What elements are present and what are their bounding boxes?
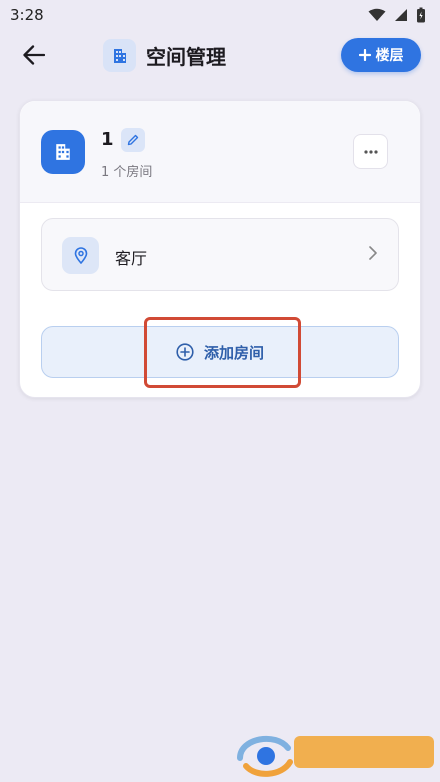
wifi-icon	[368, 8, 386, 21]
floor-header: 1 1 个房间	[20, 101, 420, 203]
status-bar: 3:28	[0, 0, 440, 30]
back-button[interactable]	[18, 39, 50, 71]
floor-card: 1 1 个房间 客厅 添加房间	[19, 100, 421, 398]
plus-circle-icon	[176, 343, 194, 361]
title-group: 空间管理	[103, 39, 226, 72]
app-bar: 空间管理 楼层	[0, 30, 440, 80]
floor-name: 1	[101, 129, 114, 150]
arrow-left-icon	[23, 45, 45, 65]
add-floor-button[interactable]: 楼层	[341, 38, 421, 72]
more-horizontal-icon	[363, 149, 378, 154]
signal-icon	[395, 9, 407, 21]
floor-icon-box	[41, 130, 85, 174]
battery-icon	[417, 7, 425, 23]
building-icon	[113, 48, 126, 63]
room-item[interactable]: 客厅	[41, 218, 399, 291]
add-room-button[interactable]: 添加房间	[41, 326, 399, 378]
room-count: 1 个房间	[101, 165, 153, 180]
status-time: 3:28	[10, 6, 44, 24]
status-icons	[368, 7, 426, 23]
chevron-right-icon	[369, 246, 377, 260]
page-title: 空间管理	[146, 45, 226, 69]
edit-floor-button[interactable]	[121, 128, 145, 152]
location-pin-icon	[74, 247, 87, 264]
watermark-graphic	[237, 736, 434, 777]
add-floor-label: 楼层	[375, 48, 404, 64]
screen: 3:28 空间管理 楼层 1 1 个房间 客厅 添加房间	[0, 0, 440, 782]
room-icon-box	[62, 237, 99, 274]
watermark-logo	[236, 726, 440, 782]
plus-icon	[358, 49, 371, 61]
title-icon-box	[103, 39, 136, 72]
room-name: 客厅	[115, 249, 148, 268]
building-icon	[56, 144, 70, 160]
pencil-icon	[127, 134, 139, 146]
more-options-button[interactable]	[353, 134, 388, 169]
add-room-label: 添加房间	[203, 343, 264, 362]
